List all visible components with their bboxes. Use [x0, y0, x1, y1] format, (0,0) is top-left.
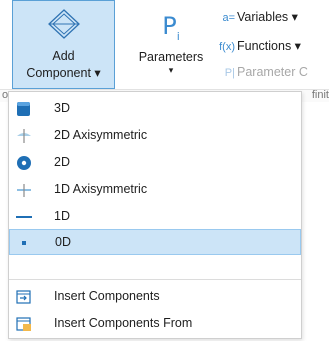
parameter-case-button[interactable]: P| Parameter C	[215, 65, 308, 83]
menu-item-2d[interactable]: 2D	[9, 149, 301, 175]
add-component-button[interactable]: Add Component ▾	[12, 0, 115, 89]
menu-item-label: Insert Components	[54, 289, 160, 303]
parameter-case-icon: P|	[224, 67, 235, 79]
0d-point-icon	[16, 234, 32, 250]
2d-axisymmetric-icon	[16, 127, 32, 143]
variables-button[interactable]: a= Variables ▾	[215, 9, 297, 27]
menu-item-insert-components[interactable]: Insert Components	[9, 283, 301, 309]
menu-item-1d[interactable]: 1D	[9, 203, 301, 229]
functions-button[interactable]: f(x) Functions ▾	[215, 38, 301, 56]
insert-components-icon	[16, 288, 32, 304]
group-label-right: finit	[311, 89, 329, 101]
menu-item-label: 0D	[55, 235, 71, 249]
add-component-label: Add	[52, 49, 75, 63]
menu-item-label: 3D	[54, 101, 70, 115]
add-component-label-2: Component ▾	[26, 66, 101, 80]
menu-item-0d[interactable]: 0D	[9, 229, 301, 255]
2d-icon	[16, 154, 32, 170]
functions-icon: f(x)	[219, 41, 235, 53]
chevron-down-icon: ▾	[168, 65, 174, 75]
menu-item-1d-axisymmetric[interactable]: 1D Axisymmetric	[9, 176, 301, 202]
menu-item-insert-components-from[interactable]: Insert Components From	[9, 310, 301, 336]
1d-line-icon	[16, 208, 32, 224]
menu-item-label: 2D Axisymmetric	[54, 128, 148, 142]
ribbon: Add Component ▾ Pi Parameters ▾ a= Variab…	[0, 0, 329, 98]
menu-item-label: 1D	[54, 209, 70, 223]
menu-separator	[9, 279, 301, 280]
1d-axisymmetric-icon	[16, 181, 32, 197]
add-component-icon	[46, 7, 82, 47]
menu-item-label: 2D	[54, 155, 70, 169]
parameters-button[interactable]: Pi Parameters ▾	[130, 0, 212, 89]
parameters-label: Parameters	[138, 50, 204, 64]
add-component-menu: 3D 2D Axisymmetric 2D 1D Axisymmetric 1D…	[8, 91, 302, 339]
variables-icon: a=	[222, 12, 235, 24]
menu-item-2d-axisymmetric[interactable]: 2D Axisymmetric	[9, 122, 301, 148]
menu-item-label: 1D Axisymmetric	[54, 182, 148, 196]
insert-components-from-icon	[16, 315, 32, 331]
menu-item-3d[interactable]: 3D	[9, 95, 301, 121]
menu-item-label: Insert Components From	[54, 316, 193, 330]
3d-cube-icon	[16, 100, 32, 116]
parameters-icon: Pi	[162, 12, 180, 43]
